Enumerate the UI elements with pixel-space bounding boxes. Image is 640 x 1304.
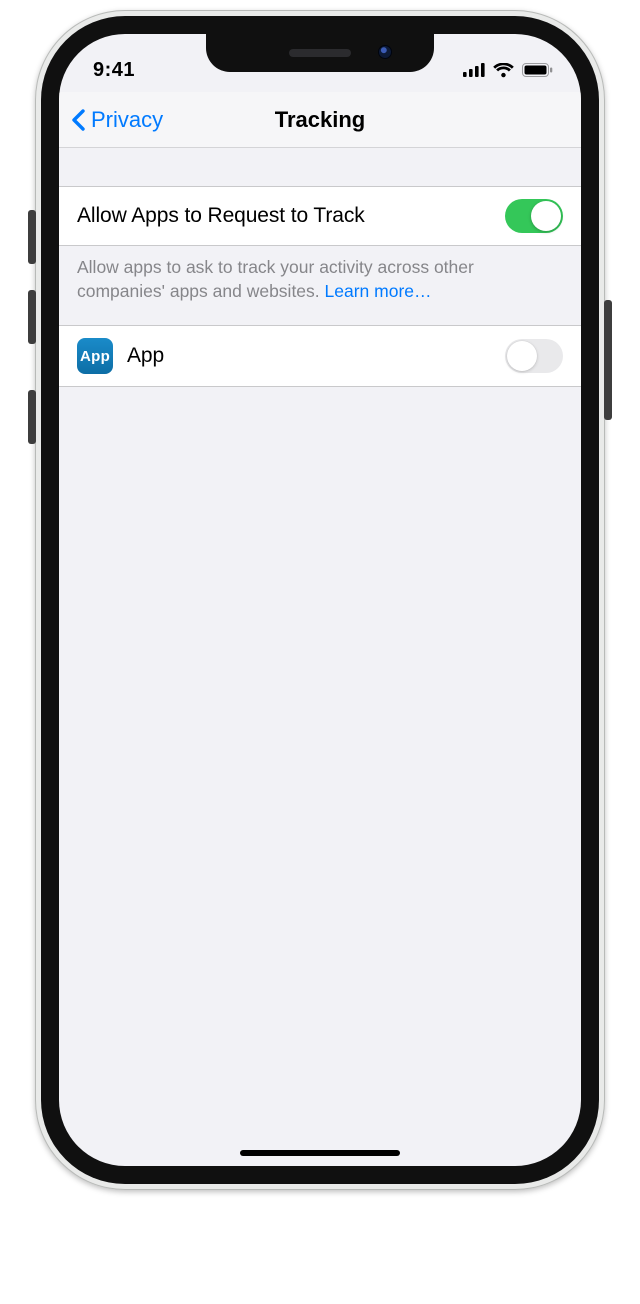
allow-apps-to-request-toggle[interactable] <box>505 199 563 233</box>
cellular-icon <box>463 63 485 77</box>
learn-more-link[interactable]: Learn more… <box>325 281 432 301</box>
section-footer: Allow apps to ask to track your activity… <box>59 246 581 325</box>
speaker-grille <box>289 49 351 57</box>
front-camera <box>378 45 392 59</box>
allow-apps-to-request-label: Allow Apps to Request to Track <box>77 204 491 228</box>
app-icon: App <box>77 338 113 374</box>
battery-icon <box>522 63 553 77</box>
app-tracking-toggle[interactable] <box>505 339 563 373</box>
back-button[interactable]: Privacy <box>71 92 163 147</box>
status-time: 9:41 <box>93 59 135 82</box>
allow-apps-to-request-row[interactable]: Allow Apps to Request to Track <box>59 186 581 246</box>
navigation-bar: Privacy Tracking <box>59 92 581 148</box>
content: Allow Apps to Request to Track Allow app… <box>59 148 581 387</box>
screen: 9:41 <box>59 34 581 1166</box>
device-bezel: 9:41 <box>41 16 599 1184</box>
device-notch <box>206 34 434 72</box>
status-indicators <box>463 63 553 78</box>
app-row[interactable]: App App <box>59 325 581 387</box>
chevron-left-icon <box>71 108 87 132</box>
device-frame: 9:41 <box>35 10 605 1190</box>
home-indicator[interactable] <box>240 1150 400 1156</box>
back-label: Privacy <box>91 107 163 133</box>
page-title: Tracking <box>275 107 365 133</box>
wifi-icon <box>493 63 514 78</box>
app-label: App <box>127 344 491 368</box>
